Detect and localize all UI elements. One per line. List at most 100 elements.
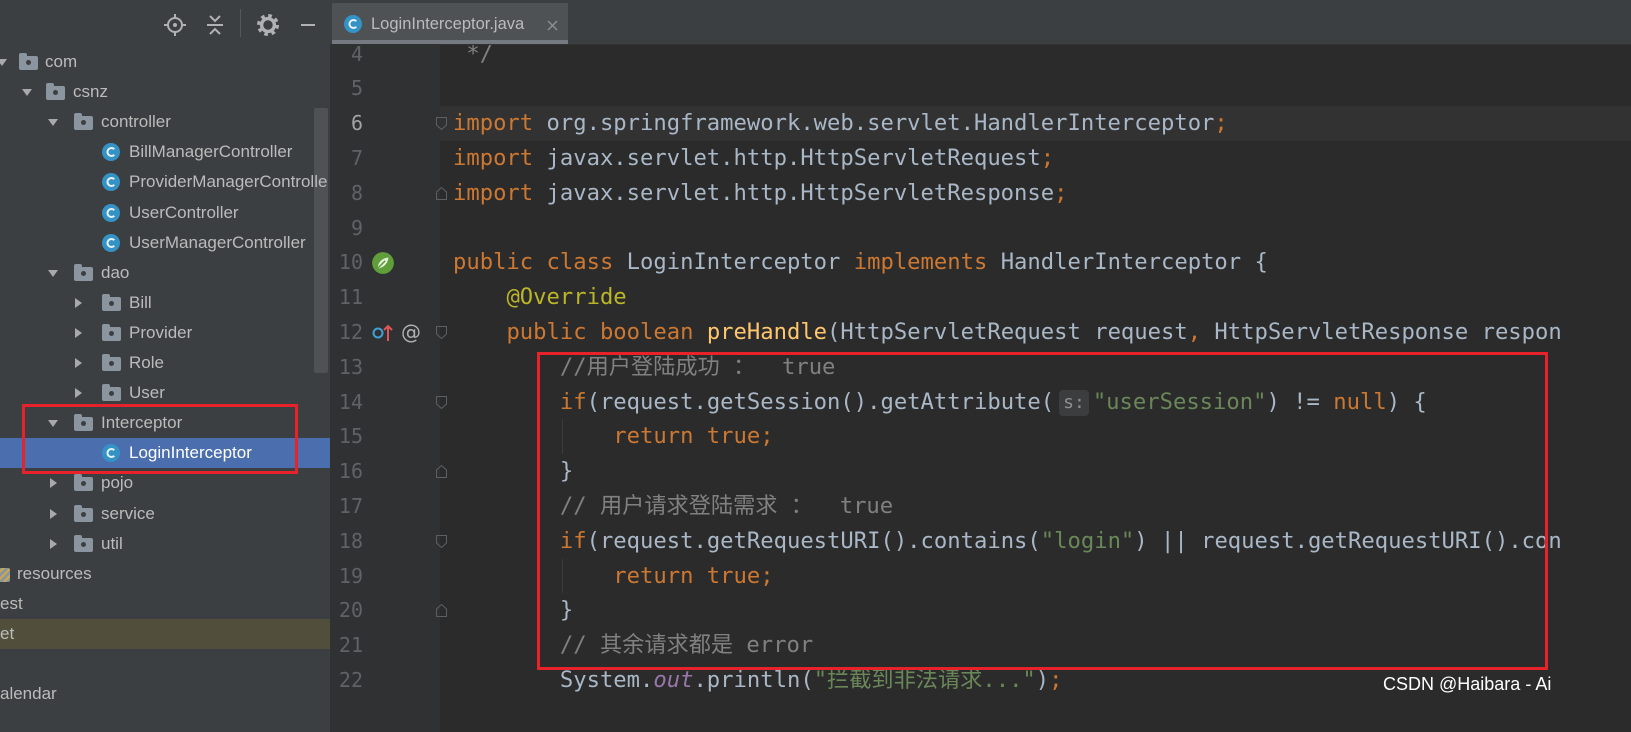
collapsed-arrow-icon[interactable] [47,538,59,550]
line-number: 6 [350,111,363,136]
class-icon [102,173,121,192]
code-token: import [453,110,534,137]
fold-end-icon[interactable] [436,186,447,200]
annotation-box-tree [22,404,298,474]
expanded-arrow-icon[interactable] [21,86,33,98]
tree-item-csnz[interactable]: csnz [0,77,330,107]
tree-item-bill[interactable]: Bill [0,288,330,318]
gear-icon[interactable] [256,13,280,37]
fold-end-icon[interactable] [436,465,447,479]
class-icon [102,233,121,252]
collapsed-arrow-icon[interactable] [72,357,84,369]
code-token: implements [853,249,988,276]
code-token: ) [1035,667,1050,693]
fold-start-icon[interactable] [436,534,447,548]
line-number: 13 [338,354,363,379]
code-line[interactable]: 4 */ [330,45,1631,71]
code-token: public boolean [506,319,694,345]
collapsed-arrow-icon[interactable] [72,297,84,309]
tree-item-usercontroller[interactable]: UserController [0,198,330,228]
code-line[interactable]: 11 @Override [330,280,1631,315]
tree-item-est[interactable]: est [0,589,330,619]
code-line[interactable]: 6 import org.springframework.web.servlet.… [330,106,1631,141]
package-icon [101,293,121,311]
tree-item-label: Role [129,353,164,372]
package-icon [73,504,93,522]
code-line[interactable]: 12 @ public boolean preHandle(HttpServlet… [330,315,1631,350]
tree-item-label: service [101,503,155,523]
expanded-arrow-icon[interactable] [47,267,59,279]
line-number: 4 [350,45,363,66]
code-token: , [1187,319,1202,345]
tree-item-label: resources [17,563,92,583]
project-toolbar [0,0,330,45]
code-text: import javax.servlet.http.HttpServletRes… [453,176,1067,211]
tree-item-com[interactable]: com [0,47,330,77]
tree-item-label: controller [101,112,171,132]
code-text: */ [453,45,493,71]
tree-item-label: et [0,623,15,643]
fold-start-icon[interactable] [436,395,447,409]
toolbar-separator [240,9,241,37]
tree-item-label: UserManagerController [129,232,306,252]
code-token: @Override [506,284,627,311]
code-line[interactable]: 8 import javax.servlet.http.HttpServletRe… [330,176,1631,211]
tree-item-alendar[interactable]: alendar [0,679,330,709]
tree-item-role[interactable]: Role [0,348,330,378]
fold-end-icon[interactable] [436,604,447,618]
package-icon [73,113,93,131]
code-text: public class LoginInterceptor implements… [453,245,1268,280]
package-icon [73,263,93,281]
collapsed-arrow-icon[interactable] [72,387,84,399]
line-number: 15 [338,424,363,449]
collapsed-arrow-icon[interactable] [47,508,59,520]
class-icon [102,143,121,162]
collapsed-arrow-icon[interactable] [72,327,84,339]
expanded-arrow-icon[interactable] [47,116,59,128]
tree-item-et[interactable]: et [0,618,330,649]
spring-bean-icon[interactable] [371,251,395,275]
collapsed-arrow-icon[interactable] [47,477,59,489]
package-icon [73,474,93,492]
tree-item-providermanagercontrolle[interactable]: ProviderManagerControlle [0,167,330,197]
tree-item-label: Provider [129,322,193,342]
code-token: out [653,667,694,693]
tree-item-dao[interactable]: dao [0,258,330,288]
code-token: javax.servlet.http.HttpServletRequest [533,145,1041,171]
tree-item-provider[interactable]: Provider [0,318,330,348]
code-token: org.springframework.web.servlet.HandlerI… [533,110,1215,137]
code-token: ; [1049,667,1063,693]
code-token: import [453,179,534,206]
tree-item-label: UserController [129,202,239,222]
tree-item-billmanagercontroller[interactable]: BillManagerController [0,137,330,167]
code-line[interactable]: 10 public class LoginInterceptor implemen… [330,245,1631,280]
fold-start-icon[interactable] [436,326,447,339]
tree-item-controller[interactable]: controller [0,107,330,137]
line-number: 5 [350,76,363,101]
tab-logininterceptor[interactable]: LoginInterceptor.java [332,3,568,44]
code-line[interactable]: 5 [330,71,1631,106]
tree-item-util[interactable]: util [0,529,330,559]
fold-start-icon[interactable] [436,117,447,131]
line-number: 9 [350,215,363,240]
code-text: import org.springframework.web.servlet.H… [453,106,1228,141]
expanded-arrow-icon[interactable] [0,56,8,68]
code-line[interactable]: 9 [330,211,1631,246]
tree-item-label: dao [101,262,130,282]
active-tab-indicator [332,40,568,44]
line-number: 12 [338,320,363,344]
collapse-all-icon[interactable] [203,13,227,37]
tree-item-resources[interactable]: resources [0,559,330,589]
hide-icon[interactable] [296,13,320,37]
override-icon[interactable]: @ [401,315,421,350]
close-icon[interactable] [546,19,559,32]
implements-icon[interactable] [372,321,396,345]
tree-item-service[interactable]: service [0,499,330,529]
tree-item-label: csnz [73,82,108,102]
tree-item-usermanagercontroller[interactable]: UserManagerController [0,228,330,258]
line-number: 20 [338,598,363,623]
code-line[interactable]: 7 import javax.servlet.http.HttpServletRe… [330,141,1631,176]
locate-icon[interactable] [163,13,187,37]
tree-item-label: ProviderManagerControlle [129,172,328,192]
